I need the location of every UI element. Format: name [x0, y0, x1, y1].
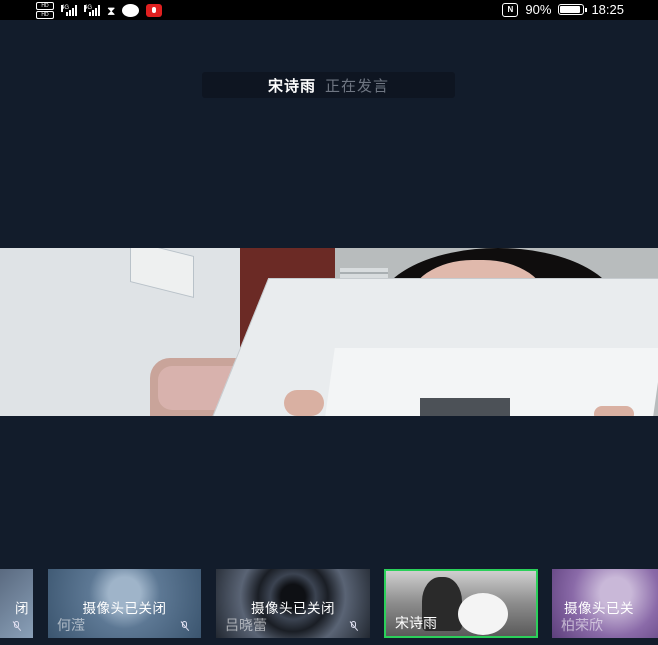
- camera-off-label: 摄像头已关闭: [82, 601, 167, 617]
- status-bar-left: HD HD 4G 4G ⧗: [36, 2, 163, 19]
- main-video-feed[interactable]: [0, 248, 658, 416]
- eye-protection-icon: [122, 4, 140, 17]
- status-bar-right: N 90% 18:25: [502, 2, 624, 17]
- mic-muted-icon: [349, 621, 358, 632]
- hd-badge-2: HD: [36, 11, 54, 19]
- nfc-icon: N: [502, 2, 519, 17]
- participant-strip[interactable]: 闭 摄像头已关闭 何滢 摄像头已关闭 吕晓蕾 宋诗雨 摄像头已关 柏荣欣: [0, 568, 658, 639]
- hd-badge: HD: [36, 2, 54, 10]
- battery-percent: 90%: [525, 2, 552, 17]
- active-speaker-banner: 宋诗雨 正在发言: [202, 72, 455, 98]
- camera-off-label: 摄像头已关闭: [251, 601, 335, 617]
- participant-name: 宋诗雨: [395, 616, 437, 632]
- participant-tile[interactable]: 摄像头已关闭 何滢: [48, 569, 201, 638]
- signal-icon: 4G: [61, 5, 77, 16]
- mic-muted-icon: [180, 621, 189, 632]
- clock: 18:25: [591, 2, 624, 17]
- participant-video-plush: [458, 593, 508, 635]
- mic-muted-icon: [12, 621, 21, 632]
- participant-name: 何滢: [57, 618, 85, 634]
- hd-indicator: HD HD: [36, 2, 54, 19]
- network-type-label: 4G: [61, 5, 70, 12]
- camera-off-label: 闭: [15, 601, 29, 617]
- participant-tile[interactable]: 摄像头已关 柏荣欣: [552, 569, 658, 638]
- participant-name: 吕晓蕾: [225, 618, 267, 634]
- battery-fill: [560, 6, 581, 13]
- active-speaker-name: 宋诗雨: [267, 76, 316, 95]
- camera-off-label: 摄像头已关: [564, 601, 634, 617]
- network-type-label-2: 4G: [84, 5, 93, 12]
- speaking-status: 正在发言: [325, 76, 390, 95]
- signal-icon-2: 4G: [84, 5, 100, 16]
- video-book-photo: [420, 398, 510, 416]
- participant-tile-active[interactable]: 宋诗雨: [384, 569, 538, 638]
- participant-tile[interactable]: 摄像头已关闭 吕晓蕾: [216, 569, 370, 638]
- microphone-recording-icon: [146, 4, 163, 17]
- video-person-hand-2: [594, 406, 634, 416]
- participant-name: 柏荣欣: [561, 618, 603, 634]
- hourglass-icon: ⧗: [107, 3, 116, 18]
- video-person-hand: [284, 390, 324, 416]
- battery-icon: [558, 4, 588, 15]
- participant-tile[interactable]: 闭: [0, 569, 33, 638]
- status-bar: HD HD 4G 4G ⧗ N 90% 18:25: [0, 0, 658, 20]
